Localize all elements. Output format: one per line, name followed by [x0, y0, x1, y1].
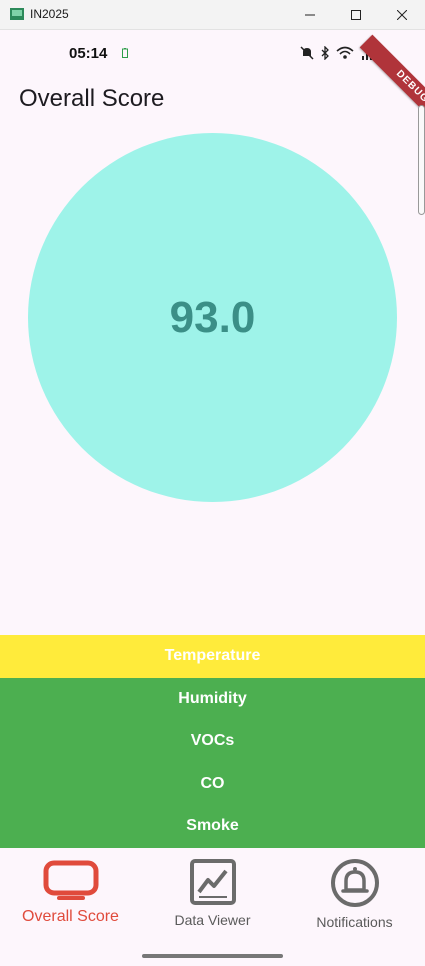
close-icon [397, 10, 407, 20]
nav-label-data-viewer: Data Viewer [174, 912, 251, 928]
wifi-icon [336, 46, 354, 59]
minimize-button[interactable] [287, 0, 333, 30]
metrics-list: Temperature Humidity VOCs CO Smoke [0, 635, 425, 848]
metric-co[interactable]: CO [0, 762, 425, 805]
home-indicator[interactable] [142, 954, 283, 958]
window-titlebar: IN2025 [0, 0, 425, 30]
maximize-button[interactable] [333, 0, 379, 30]
metric-temperature[interactable]: Temperature [0, 635, 425, 678]
metric-smoke[interactable]: Smoke [0, 805, 425, 848]
scrollbar[interactable] [418, 105, 425, 215]
window-title: IN2025 [30, 7, 69, 21]
app-icon [10, 8, 24, 20]
nav-data-viewer[interactable]: Data Viewer [142, 858, 283, 928]
debug-banner: DEBUG [359, 34, 425, 140]
nav-overall-score[interactable]: Overall Score [0, 858, 141, 926]
battery-saver-icon [122, 48, 128, 58]
page-title: Overall Score [19, 85, 165, 112]
bell-icon [330, 859, 379, 907]
metric-vocs[interactable]: VOCs [0, 720, 425, 763]
metric-humidity[interactable]: Humidity [0, 677, 425, 720]
bottom-nav: Overall Score Data Viewer Notifications [0, 848, 425, 948]
minimize-icon [305, 14, 315, 16]
status-bar: 05:14 DEBUG [0, 30, 425, 140]
maximize-icon [351, 10, 361, 20]
bluetooth-icon [321, 46, 329, 60]
chart-icon [189, 859, 236, 905]
monitor-icon [43, 860, 98, 900]
nav-label-notifications: Notifications [316, 914, 393, 930]
status-clock: 05:14 [69, 45, 108, 62]
score-value: 93.0 [169, 292, 256, 342]
nav-label-overall-score: Overall Score [22, 908, 119, 925]
score-circle: 93.0 [28, 133, 397, 502]
nav-notifications[interactable]: Notifications [284, 858, 425, 930]
close-button[interactable] [379, 0, 425, 30]
mute-icon [300, 46, 314, 60]
